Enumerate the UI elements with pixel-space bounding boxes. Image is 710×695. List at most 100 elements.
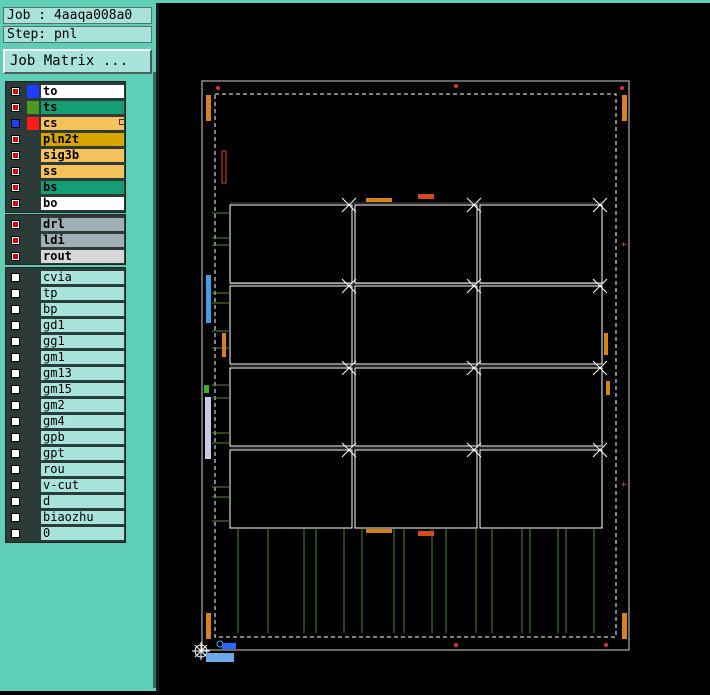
layer-row-cvia[interactable]: cvia [6, 270, 127, 285]
layer-name[interactable]: sig3b [41, 149, 124, 162]
layer-checkbox[interactable] [11, 433, 20, 442]
layer-checkbox[interactable] [11, 529, 20, 538]
layer-row-bo[interactable]: bo [6, 196, 127, 211]
layer-checkbox[interactable] [11, 183, 20, 192]
layer-name[interactable]: cvia [41, 271, 124, 284]
layer-row-bp[interactable]: bp [6, 302, 127, 317]
pcb-array [229, 197, 608, 529]
fiducial-mark [418, 194, 434, 199]
layer-row-tp[interactable]: tp [6, 286, 127, 301]
layer-checkbox[interactable] [11, 513, 20, 522]
layer-checkbox[interactable] [11, 337, 20, 346]
layer-name[interactable]: d [41, 495, 124, 508]
layer-name[interactable]: gpt [41, 447, 124, 460]
layer-row-v-cut[interactable]: v-cut [6, 478, 127, 493]
layer-checkbox[interactable] [11, 87, 20, 96]
layer-name[interactable]: cs [41, 117, 124, 130]
layer-name[interactable]: biaozhu [41, 511, 124, 524]
layer-row-gpb[interactable]: gpb [6, 430, 127, 445]
layer-name[interactable]: 0 [41, 527, 124, 540]
layer-checkbox[interactable] [11, 135, 20, 144]
layer-name[interactable]: bo [41, 197, 124, 210]
layer-checkbox[interactable] [11, 497, 20, 506]
layer-name[interactable]: gg1 [41, 335, 124, 348]
layer-color-swatch[interactable] [27, 85, 39, 98]
fiducial-mark [622, 95, 627, 121]
layer-row-bs[interactable]: bs [6, 180, 127, 195]
layer-name[interactable]: ldi [41, 234, 124, 247]
layer-checkbox[interactable] [11, 449, 20, 458]
layer-row-0[interactable]: 0 [6, 526, 127, 541]
layer-name[interactable]: rout [41, 250, 124, 263]
layer-checkbox[interactable] [11, 401, 20, 410]
layer-row-gm2[interactable]: gm2 [6, 398, 127, 413]
layer-row-drl[interactable]: drl [6, 217, 127, 232]
layer-name[interactable]: ts [41, 101, 124, 114]
layer-checkbox[interactable] [11, 481, 20, 490]
layer-name[interactable]: v-cut [41, 479, 124, 492]
layer-row-ldi[interactable]: ldi [6, 233, 127, 248]
layer-name[interactable]: gm2 [41, 399, 124, 412]
layer-row-biaozhu[interactable]: biaozhu [6, 510, 127, 525]
layer-row-cs[interactable]: cs [6, 116, 127, 131]
layer-row-gpt[interactable]: gpt [6, 446, 127, 461]
layer-row-rou[interactable]: rou [6, 462, 127, 477]
layer-checkbox[interactable] [11, 236, 20, 245]
layer-name[interactable]: gm13 [41, 367, 124, 380]
job-matrix-button[interactable]: Job Matrix ... [3, 49, 152, 74]
trace-lines [212, 212, 595, 633]
layer-name[interactable]: gm1 [41, 351, 124, 364]
layer-row-rout[interactable]: rout [6, 249, 127, 264]
layer-row-gg1[interactable]: gg1 [6, 334, 127, 349]
layer-row-pln2t[interactable]: pln2t [6, 132, 127, 147]
layer-color-swatch[interactable] [27, 101, 39, 114]
fiducial-mark [222, 333, 226, 357]
layer-name[interactable]: rou [41, 463, 124, 476]
layer-checkbox[interactable] [11, 252, 20, 261]
fiducial-mark [366, 529, 392, 533]
layer-row-sig3b[interactable]: sig3b [6, 148, 127, 163]
layer-checkbox[interactable] [11, 273, 20, 282]
layer-color-swatch[interactable] [27, 117, 39, 130]
origin-marker [192, 642, 236, 662]
layer-checkbox[interactable] [11, 417, 20, 426]
layer-name[interactable]: gd1 [41, 319, 124, 332]
layer-checkbox[interactable] [11, 305, 20, 314]
layer-row-to[interactable]: to [6, 84, 127, 99]
layer-row-gm4[interactable]: gm4 [6, 414, 127, 429]
layer-checkbox[interactable] [11, 103, 20, 112]
layer-row-gd1[interactable]: gd1 [6, 318, 127, 333]
pcb-unit [479, 449, 603, 529]
layer-checkbox[interactable] [11, 167, 20, 176]
layer-checkbox[interactable] [11, 321, 20, 330]
layer-checkbox[interactable] [11, 385, 20, 394]
layer-checkbox[interactable] [11, 465, 20, 474]
graphic-canvas[interactable]: + + [156, 3, 710, 691]
layer-name[interactable]: to [41, 85, 124, 98]
layer-name[interactable]: drl [41, 218, 124, 231]
layer-name[interactable]: tp [41, 287, 124, 300]
layer-row-ts[interactable]: ts [6, 100, 127, 115]
layer-row-gm15[interactable]: gm15 [6, 382, 127, 397]
layer-checkbox[interactable] [11, 369, 20, 378]
tooling-strip [206, 275, 211, 323]
layer-name[interactable]: gm4 [41, 415, 124, 428]
layer-checkbox[interactable] [11, 199, 20, 208]
layer-row-ss[interactable]: ss [6, 164, 127, 179]
layer-name[interactable]: gpb [41, 431, 124, 444]
layer-checkbox[interactable] [11, 220, 20, 229]
layer-checkbox[interactable] [11, 119, 20, 128]
layer-row-gm13[interactable]: gm13 [6, 366, 127, 381]
layer-name[interactable]: bp [41, 303, 124, 316]
layer-name[interactable]: pln2t [41, 133, 124, 146]
layer-row-gm1[interactable]: gm1 [6, 350, 127, 365]
layer-name[interactable]: gm15 [41, 383, 124, 396]
layer-checkbox[interactable] [11, 353, 20, 362]
layer-checkbox[interactable] [11, 289, 20, 298]
panel-drawing[interactable]: + + [156, 3, 710, 691]
layer-name[interactable]: ss [41, 165, 124, 178]
pcb-unit [479, 367, 603, 447]
layer-name[interactable]: bs [41, 181, 124, 194]
layer-row-d[interactable]: d [6, 494, 127, 509]
layer-checkbox[interactable] [11, 151, 20, 160]
